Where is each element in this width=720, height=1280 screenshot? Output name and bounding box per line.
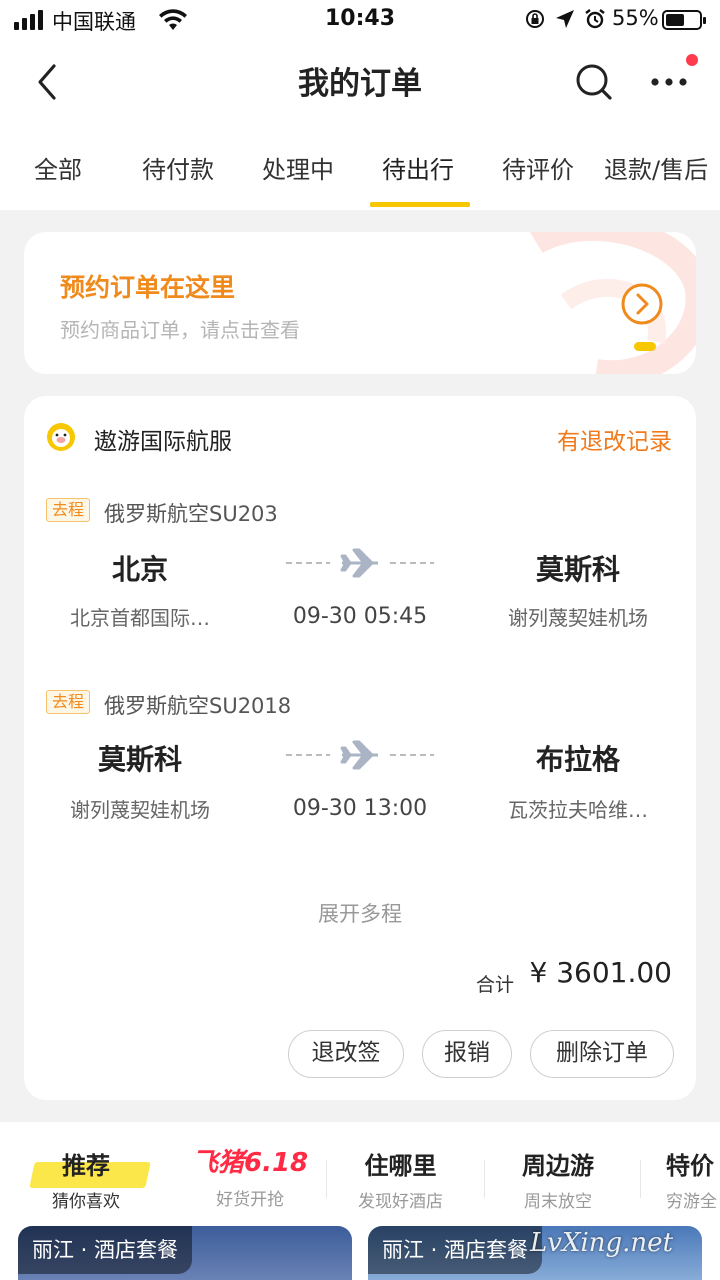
notification-dot xyxy=(686,54,698,66)
departure-time: 09-30 13:00 xyxy=(292,796,428,821)
rec-tab-label: 周边游 xyxy=(522,1152,594,1180)
departure-city: 北京 xyxy=(111,553,168,586)
order-card[interactable]: 遨游国际航服 有退改记录 去程 俄罗斯航空SU203 北京 莫斯科 北京首都国际… xyxy=(24,396,696,1100)
rec-tab-label: 推荐 xyxy=(62,1152,110,1180)
plane-icon xyxy=(286,740,434,770)
battery-percent: 55% xyxy=(612,6,659,30)
rec-tab-recommend[interactable]: 推荐 猜你喜欢 xyxy=(52,1146,120,1212)
alarm-icon xyxy=(585,9,605,29)
status-icons xyxy=(524,8,606,30)
lock-rotation-icon xyxy=(526,10,544,28)
banner-subtitle: 预约商品订单，请点击查看 xyxy=(60,318,300,342)
tab-upcoming-trip[interactable]: 待出行 xyxy=(382,150,454,185)
tab-processing[interactable]: 处理中 xyxy=(262,150,334,185)
rec-tab-sublabel: 好货开抢 xyxy=(216,1190,285,1210)
rec-tab-label: 特价 xyxy=(666,1152,714,1180)
product-card[interactable]: 丽江 · 酒店套餐 xyxy=(18,1226,352,1280)
delete-order-button[interactable]: 删除订单 xyxy=(530,1030,674,1078)
rec-tab-sublabel: 发现好酒店 xyxy=(358,1192,443,1212)
banner-title: 预约订单在这里 xyxy=(60,273,236,302)
arrival-city: 莫斯科 xyxy=(535,553,620,586)
shop-name[interactable]: 遨游国际航服 xyxy=(94,422,232,456)
divider xyxy=(484,1160,485,1198)
active-tab-indicator xyxy=(370,202,470,207)
nav-bar: 我的订单 xyxy=(0,40,720,124)
segment-airline: 俄罗斯航空SU203 xyxy=(104,502,278,526)
battery-icon xyxy=(662,10,706,30)
tab-pending-payment[interactable]: 待付款 xyxy=(142,150,214,185)
departure-city: 莫斯科 xyxy=(97,743,182,776)
segment-badge: 去程 xyxy=(46,690,91,714)
order-tabs: 全部 待付款 处理中 待出行 待评价 退款/售后 xyxy=(0,124,720,210)
rec-tab-fliggy-618[interactable]: 飞猪6.18 好货开抢 xyxy=(192,1142,308,1210)
total-price: ¥ 3601.00 xyxy=(529,956,672,989)
fliggy-logo-icon xyxy=(47,423,75,451)
arrival-airport: 瓦茨拉夫哈维… xyxy=(508,798,648,822)
status-bar: 中国联通 10:43 55% xyxy=(0,0,720,40)
rec-tab-stay[interactable]: 住哪里 发现好酒店 xyxy=(358,1146,443,1212)
search-icon[interactable] xyxy=(572,60,616,104)
product-tag: 丽江 · 酒店套餐 xyxy=(18,1226,193,1274)
departure-airport: 北京首都国际… xyxy=(70,606,210,630)
tab-all[interactable]: 全部 xyxy=(34,150,82,185)
segment-airline: 俄罗斯航空SU2018 xyxy=(104,694,292,718)
divider xyxy=(326,1160,327,1198)
more-icon[interactable] xyxy=(646,60,696,104)
arrival-airport: 谢列蔑契娃机场 xyxy=(508,606,648,630)
rec-tab-label: 住哪里 xyxy=(364,1152,437,1180)
product-tag: 丽江 · 酒店套餐 xyxy=(368,1226,543,1274)
watermark: LvXing.net xyxy=(530,1228,674,1258)
segment-badge: 去程 xyxy=(46,498,91,522)
divider xyxy=(640,1160,641,1198)
refund-record-link[interactable]: 有退改记录 xyxy=(557,422,672,456)
reservation-banner[interactable]: 预约订单在这里 预约商品订单，请点击查看 xyxy=(24,232,696,374)
departure-airport: 谢列蔑契娃机场 xyxy=(70,798,210,822)
rec-tab-nearby[interactable]: 周边游 周末放空 xyxy=(522,1146,594,1212)
expand-segments-link[interactable]: 展开多程 xyxy=(24,898,696,928)
tab-pending-review[interactable]: 待评价 xyxy=(502,150,574,185)
chevron-right-circle-icon[interactable] xyxy=(620,282,664,326)
rec-tab-sublabel: 穷游全 xyxy=(666,1192,717,1212)
change-ticket-button[interactable]: 退改签 xyxy=(288,1030,404,1078)
departure-time: 09-30 05:45 xyxy=(292,604,428,629)
reimburse-button[interactable]: 报销 xyxy=(422,1030,512,1078)
rec-tab-special[interactable]: 特价 穷游全 xyxy=(666,1146,720,1212)
arrival-city: 布拉格 xyxy=(535,743,620,776)
rec-tab-sublabel: 周末放空 xyxy=(524,1192,592,1212)
carousel-indicator xyxy=(634,342,656,351)
location-icon xyxy=(556,10,574,28)
plane-icon xyxy=(286,548,434,578)
fliggy-618-logo: 飞猪6.18 xyxy=(192,1148,309,1178)
total-label: 合计 xyxy=(476,974,515,996)
battery-fill xyxy=(666,14,684,26)
tab-refund[interactable]: 退款/售后 xyxy=(604,150,708,185)
rec-tab-sublabel: 猜你喜欢 xyxy=(52,1192,120,1212)
banner-decoration xyxy=(530,232,696,374)
